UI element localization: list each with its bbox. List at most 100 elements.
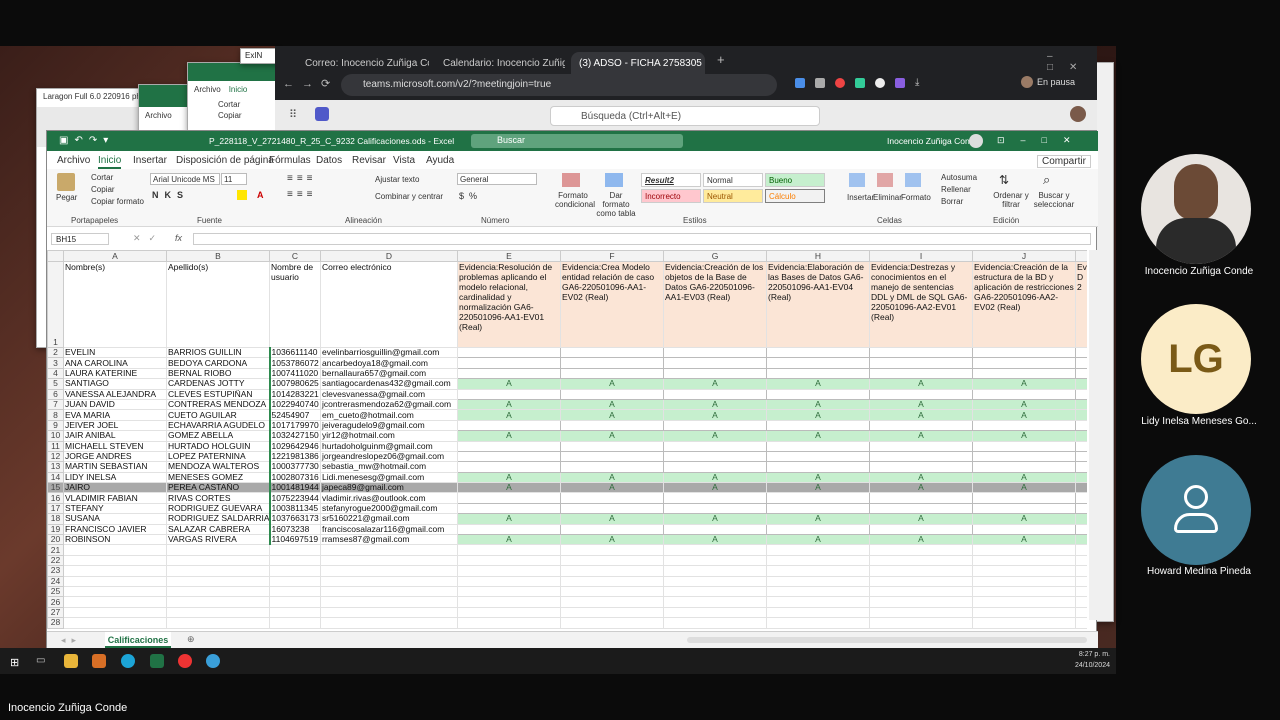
nav-buttons[interactable]: ←→⟳ bbox=[283, 77, 338, 90]
table-row[interactable]: 23 bbox=[47, 565, 1087, 577]
sort-filter-icon[interactable]: ⇅ bbox=[999, 173, 1009, 187]
grade-cell[interactable] bbox=[457, 419, 561, 432]
grade-cell[interactable]: A bbox=[869, 482, 973, 494]
cell-a[interactable]: LIDY INELSA bbox=[63, 471, 167, 484]
tab-disposicion[interactable]: Disposición de página bbox=[176, 155, 274, 166]
chrome-icon[interactable] bbox=[178, 654, 192, 668]
row-header[interactable]: 15 bbox=[47, 482, 64, 494]
grade-cell[interactable]: A bbox=[766, 471, 870, 484]
sheet-tab-calificaciones[interactable]: Calificaciones bbox=[105, 632, 171, 648]
empty-cell[interactable] bbox=[457, 554, 561, 567]
column-header[interactable]: J bbox=[972, 250, 1076, 262]
table-row[interactable]: 21 bbox=[47, 544, 1087, 556]
grade-cell[interactable]: A bbox=[972, 409, 1076, 421]
cell-a[interactable]: JAIR ANIBAL bbox=[63, 430, 167, 442]
cell-c[interactable]: 1029642946 bbox=[268, 440, 321, 452]
cell-d[interactable]: Lidi.menesesg@gmail.com bbox=[320, 471, 458, 484]
bg-excel-window-2[interactable]: Archivo Inicio Cortar Copiar bbox=[187, 62, 277, 132]
downloads-icon[interactable]: ⤓ bbox=[915, 78, 919, 88]
task-view-icon[interactable]: ▭ bbox=[36, 655, 45, 666]
row-header[interactable]: 25 bbox=[47, 585, 64, 598]
grade-cell[interactable]: A bbox=[457, 398, 561, 411]
empty-cell[interactable] bbox=[869, 596, 973, 608]
empty-cell[interactable] bbox=[560, 575, 664, 588]
table-row[interactable]: 18SUSANARODRIGUEZ SALDARRIAGA1037663173s… bbox=[47, 513, 1087, 525]
grade-cell[interactable] bbox=[972, 461, 1076, 473]
cell-c[interactable]: 52454907 bbox=[268, 409, 321, 421]
empty-cell[interactable] bbox=[1075, 596, 1087, 608]
empty-cell[interactable] bbox=[663, 565, 767, 577]
user-avatar[interactable] bbox=[1070, 106, 1086, 122]
empty-cell[interactable] bbox=[269, 606, 321, 619]
cell-a[interactable]: JORGE ANDRES bbox=[63, 450, 167, 463]
formula-buttons[interactable]: ✕✓ bbox=[133, 233, 164, 244]
cell-d[interactable]: sr5160221@gmail.com bbox=[320, 513, 458, 525]
grade-cell[interactable]: A bbox=[869, 534, 973, 546]
extension-icon[interactable] bbox=[875, 78, 885, 88]
grade-cell[interactable]: A bbox=[663, 398, 767, 411]
grade-cell[interactable] bbox=[869, 492, 973, 504]
cell-d[interactable]: clevesvanessa@gmail.com bbox=[320, 388, 458, 400]
tab-datos[interactable]: Datos bbox=[316, 155, 342, 166]
grade-cell[interactable]: A bbox=[766, 409, 870, 421]
empty-cell[interactable] bbox=[766, 585, 870, 598]
grade-cell[interactable] bbox=[766, 450, 870, 463]
grade-cell[interactable] bbox=[766, 357, 870, 369]
style-bueno[interactable]: Bueno bbox=[765, 173, 825, 187]
grade-cell[interactable]: A bbox=[869, 378, 973, 390]
new-tab-button[interactable]: + bbox=[717, 52, 725, 67]
grade-cell[interactable]: A bbox=[560, 534, 664, 546]
cell-b[interactable]: MENDOZA WALTEROS bbox=[166, 461, 270, 473]
grade-cell[interactable]: A bbox=[972, 513, 1076, 525]
number-buttons[interactable]: $% bbox=[459, 191, 482, 201]
excel-user-avatar[interactable] bbox=[969, 134, 983, 148]
row-header[interactable]: 22 bbox=[47, 554, 64, 567]
header-cell-c[interactable]: Nombre de usuario bbox=[269, 261, 321, 348]
empty-cell[interactable] bbox=[1075, 544, 1087, 556]
table-row[interactable]: 12 JORGE ANDRES LOPEZ PATERNINA 1221981386 j… bbox=[47, 450, 1087, 463]
grade-cell[interactable]: A bbox=[766, 482, 870, 494]
copy-button[interactable]: Copiar bbox=[91, 185, 115, 194]
cell-b[interactable]: RIVAS CORTES bbox=[166, 492, 270, 504]
grade-cell[interactable] bbox=[1075, 492, 1087, 504]
autosum-button[interactable]: Autosuma bbox=[941, 173, 977, 182]
cell-a[interactable]: STEFANY bbox=[63, 502, 167, 515]
cell-a[interactable]: VLADIMIR FABIAN bbox=[63, 492, 167, 504]
grade-cell[interactable] bbox=[663, 357, 767, 369]
insert-cells-button[interactable]: Insertar bbox=[847, 193, 874, 202]
table-row[interactable]: 24 bbox=[47, 575, 1087, 588]
table-row[interactable]: 25 bbox=[47, 585, 1087, 598]
grade-cell[interactable] bbox=[1075, 357, 1087, 369]
fill-color-icon[interactable] bbox=[237, 190, 247, 200]
grade-cell[interactable] bbox=[972, 346, 1076, 359]
grade-cell[interactable]: A bbox=[663, 378, 767, 390]
share-button[interactable]: Compartir bbox=[1037, 155, 1091, 168]
empty-cell[interactable] bbox=[269, 575, 321, 588]
excel-search-box[interactable]: Buscar bbox=[471, 134, 683, 148]
cell-d[interactable]: hurtadoholguinm@gmail.com bbox=[320, 440, 458, 452]
table-row[interactable]: 9 JEIVER JOEL ECHAVARRIA AGUDELO 1017179970… bbox=[47, 419, 1087, 432]
grade-cell[interactable] bbox=[766, 367, 870, 380]
empty-cell[interactable] bbox=[869, 606, 973, 619]
cell-a[interactable]: SANTIAGO bbox=[63, 378, 167, 390]
column-header[interactable]: H bbox=[766, 250, 870, 262]
row-header[interactable]: 1 bbox=[47, 261, 64, 348]
grade-cell[interactable] bbox=[1075, 471, 1087, 484]
table-row[interactable]: 3 ANA CAROLINA BEDOYA CARDONA 1053786072 anc… bbox=[47, 357, 1087, 369]
grade-cell[interactable] bbox=[766, 388, 870, 400]
grade-cell[interactable]: A bbox=[663, 430, 767, 442]
cell-d[interactable]: jeiveragudelo9@gmail.com bbox=[320, 419, 458, 432]
empty-cell[interactable] bbox=[320, 617, 458, 629]
cell-b[interactable]: HURTADO HOLGUIN bbox=[166, 440, 270, 452]
tab-ayuda[interactable]: Ayuda bbox=[426, 155, 454, 166]
empty-cell[interactable] bbox=[166, 565, 270, 577]
empty-cell[interactable] bbox=[269, 596, 321, 608]
tab-insertar[interactable]: Insertar bbox=[133, 155, 167, 166]
column-header[interactable]: E bbox=[457, 250, 561, 262]
extension-icon[interactable] bbox=[795, 78, 805, 88]
empty-cell[interactable] bbox=[766, 617, 870, 629]
empty-cell[interactable] bbox=[166, 606, 270, 619]
grade-cell[interactable]: A bbox=[663, 534, 767, 546]
grade-cell[interactable] bbox=[457, 388, 561, 400]
extension-icon[interactable] bbox=[895, 78, 905, 88]
